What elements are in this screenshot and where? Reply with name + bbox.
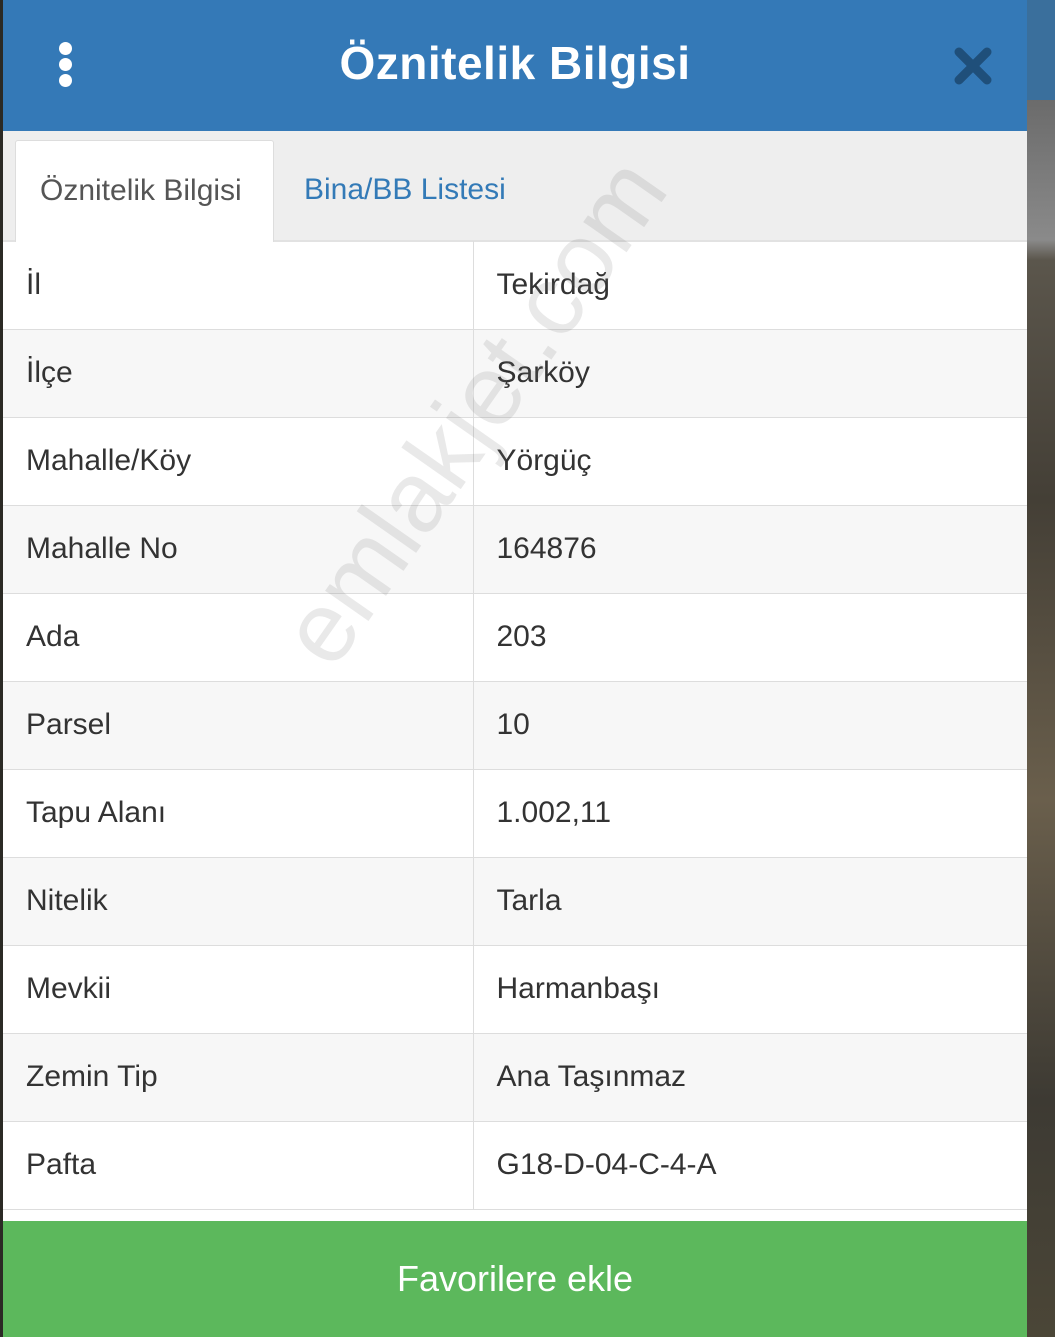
background-map (1027, 0, 1055, 1337)
table-row: Parsel 10 (3, 681, 1027, 770)
attribute-dialog: Öznitelik Bilgisi Öznitelik Bilgisi Bina… (3, 0, 1027, 1337)
attribute-key: Pafta (3, 1121, 474, 1210)
attribute-key: İlçe (3, 329, 474, 418)
table-row: Mahalle No 164876 (3, 505, 1027, 594)
attribute-key: Tapu Alanı (3, 769, 474, 858)
attribute-key: İl (3, 241, 474, 330)
tab-attribute-info[interactable]: Öznitelik Bilgisi (15, 140, 274, 242)
attribute-key: Ada (3, 593, 474, 682)
attribute-value: Şarköy (473, 329, 1027, 418)
tab-bar: Öznitelik Bilgisi Bina/BB Listesi (3, 131, 1027, 242)
attribute-value: Tarla (473, 857, 1027, 946)
attribute-key: Nitelik (3, 857, 474, 946)
table-row: Pafta G18-D-04-C-4-A (3, 1121, 1027, 1210)
dialog-header: Öznitelik Bilgisi (3, 0, 1027, 131)
attribute-key: Mevkii (3, 945, 474, 1034)
attribute-value: 203 (473, 593, 1027, 682)
attribute-table: İl Tekirdağ İlçe Şarköy Mahalle/Köy Yörgüç Mah… (3, 241, 1027, 1210)
table-row: Nitelik Tarla (3, 857, 1027, 946)
table-row: İlçe Şarköy (3, 329, 1027, 418)
add-to-favorites-button[interactable]: Favorilere ekle (3, 1221, 1027, 1337)
attribute-key: Mahalle/Köy (3, 417, 474, 506)
attribute-value: Yörgüç (473, 417, 1027, 506)
table-row: Mevkii Harmanbaşı (3, 945, 1027, 1034)
table-row: Ada 203 (3, 593, 1027, 682)
attribute-key: Zemin Tip (3, 1033, 474, 1122)
attribute-key: Parsel (3, 681, 474, 770)
attribute-value: 1.002,11 (473, 769, 1027, 858)
attribute-key: Mahalle No (3, 505, 474, 594)
table-row: İl Tekirdağ (3, 241, 1027, 330)
attribute-value: Tekirdağ (473, 241, 1027, 330)
close-icon[interactable] (951, 44, 995, 88)
attribute-value: G18-D-04-C-4-A (473, 1121, 1027, 1210)
table-row: Zemin Tip Ana Taşınmaz (3, 1033, 1027, 1122)
attribute-value: Harmanbaşı (473, 945, 1027, 1034)
attribute-value: 10 (473, 681, 1027, 770)
table-row: Mahalle/Köy Yörgüç (3, 417, 1027, 506)
table-row: Tapu Alanı 1.002,11 (3, 769, 1027, 858)
tab-building-list[interactable]: Bina/BB Listesi (280, 140, 530, 240)
attribute-value: 164876 (473, 505, 1027, 594)
attribute-value: Ana Taşınmaz (473, 1033, 1027, 1122)
dialog-title: Öznitelik Bilgisi (339, 37, 691, 89)
